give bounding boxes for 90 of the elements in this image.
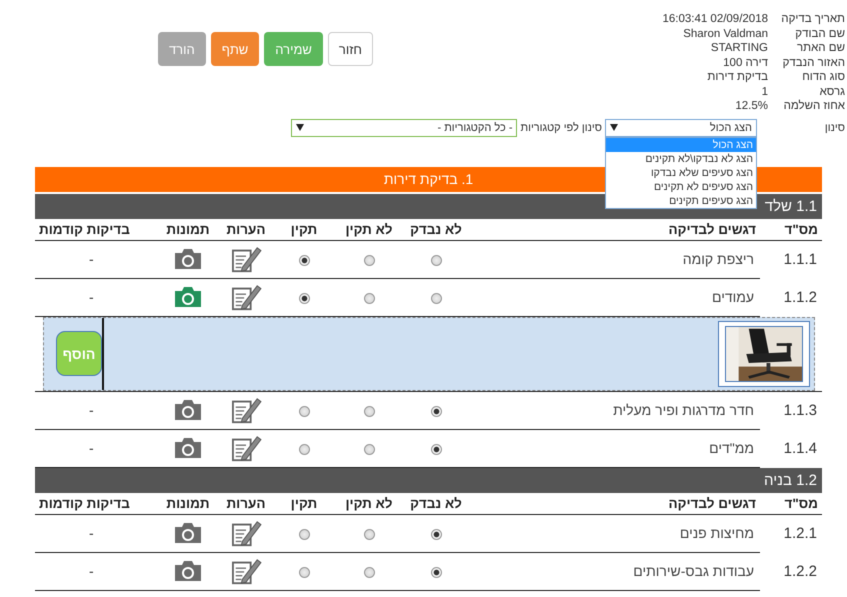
- column-header: תקין: [272, 492, 336, 514]
- notes-icon[interactable]: [230, 396, 262, 424]
- info-label: שם האתר: [796, 42, 846, 54]
- dropdown-option[interactable]: הצג סעיפים שלא נבדקו: [606, 166, 756, 180]
- notes-icon[interactable]: [230, 283, 262, 311]
- previous-checks: -: [35, 552, 156, 590]
- camera-icon[interactable]: [173, 398, 203, 422]
- filter-select[interactable]: הצג הכול: [605, 118, 757, 136]
- check-item: ממ"דים: [470, 429, 760, 467]
- previous-checks: -: [35, 240, 156, 278]
- notes-icon[interactable]: [230, 519, 262, 547]
- info-label: אחוז השלמה: [782, 100, 846, 112]
- column-header: מס"ד: [760, 218, 822, 240]
- notes-icon[interactable]: [230, 434, 262, 462]
- previous-checks: -: [35, 429, 156, 467]
- dropdown-arrow-icon: [296, 124, 304, 131]
- column-header: לא נבדק: [402, 218, 470, 240]
- previous-checks: -: [35, 391, 156, 429]
- notes-icon[interactable]: [230, 245, 262, 273]
- radio-button[interactable]: [364, 528, 374, 540]
- radio-button[interactable]: [364, 444, 374, 455]
- column-header: מס"ד: [760, 492, 822, 514]
- camera-icon[interactable]: [173, 436, 203, 460]
- info-value: 12.5%: [734, 100, 768, 112]
- dropdown-option[interactable]: הצג לא נבדקו\לא תקינים: [606, 152, 756, 166]
- radio-button[interactable]: [430, 444, 442, 455]
- info-value: STARTING: [710, 42, 768, 54]
- column-header: בדיקות קודמות: [35, 492, 156, 514]
- info-label: תאריך בדיקה: [780, 13, 846, 26]
- radio-button[interactable]: [430, 566, 442, 578]
- row-number: 1.1.3: [760, 391, 822, 429]
- check-item: ריצפת קומה: [470, 240, 760, 278]
- previous-checks: -: [35, 514, 156, 552]
- camera-icon[interactable]: [173, 559, 203, 583]
- radio-button[interactable]: [298, 444, 310, 455]
- radio-button[interactable]: [430, 254, 442, 266]
- check-item: חדר מדרגות ופיר מעלית: [470, 391, 760, 429]
- row-number: 1.2.2: [760, 552, 822, 590]
- column-header: לא תקין: [336, 492, 402, 514]
- column-header: דגשים לבדיקה: [470, 492, 760, 514]
- info-value: 16:03:41 02/09/2018: [661, 13, 768, 26]
- radio-button[interactable]: [430, 528, 442, 540]
- row-number: 1.2.1: [760, 514, 822, 552]
- radio-button[interactable]: [430, 292, 442, 304]
- radio-button[interactable]: [364, 292, 374, 304]
- radio-button[interactable]: [430, 406, 442, 417]
- radio-button[interactable]: [298, 528, 310, 540]
- photo-thumbnail[interactable]: [718, 320, 810, 386]
- radio-button[interactable]: [364, 254, 374, 266]
- camera-icon[interactable]: [173, 521, 203, 545]
- column-header: הערות: [220, 492, 272, 514]
- column-header: תמונות: [156, 492, 220, 514]
- info-label: האזור הנבדק: [782, 56, 846, 69]
- action-button[interactable]: חזור: [328, 32, 373, 66]
- category-select[interactable]: - כל הקטגוריות -: [291, 118, 518, 136]
- filter-label: סינון: [824, 122, 846, 134]
- previous-checks: -: [35, 278, 156, 316]
- column-header: תקין: [272, 218, 336, 240]
- info-value: 1: [760, 86, 768, 98]
- category-filter-label: סינון לפי קטגוריות: [520, 122, 602, 134]
- info-value: דירה 100: [722, 56, 768, 69]
- info-label: גרסא: [820, 86, 846, 98]
- column-header: לא נבדק: [402, 492, 470, 514]
- column-header: בדיקות קודמות: [35, 218, 156, 240]
- dropdown-option[interactable]: הצג סעיפים לא תקינים: [606, 180, 756, 194]
- row-number: 1.1.4: [760, 429, 822, 467]
- column-header: לא תקין: [336, 218, 402, 240]
- info-value: בדיקת דירות: [706, 71, 768, 84]
- info-value: Sharon Valdman: [682, 28, 768, 40]
- dropdown-option[interactable]: הצג סעיפים תקינים: [606, 194, 756, 208]
- row-number: 1.1.2: [760, 278, 822, 316]
- radio-button[interactable]: [298, 292, 310, 304]
- column-header: דגשים לבדיקה: [470, 218, 760, 240]
- info-label: סוג הדוח: [801, 71, 846, 84]
- check-item: עמודים: [470, 278, 760, 316]
- column-header: הערות: [220, 218, 272, 240]
- radio-button[interactable]: [298, 254, 310, 266]
- radio-button[interactable]: [298, 406, 310, 417]
- section-title-bar: 1.2 בניה: [35, 468, 822, 492]
- camera-icon[interactable]: [173, 285, 203, 309]
- radio-button[interactable]: [364, 406, 374, 417]
- notes-icon[interactable]: [230, 557, 262, 585]
- camera-icon[interactable]: [173, 247, 203, 271]
- info-label: שם הבודק: [794, 28, 846, 40]
- check-item: עבודות גבס-שירותים: [470, 552, 760, 590]
- radio-button[interactable]: [364, 566, 374, 578]
- radio-button[interactable]: [298, 566, 310, 578]
- check-item: מחיצות פנים: [470, 514, 760, 552]
- column-header: תמונות: [156, 218, 220, 240]
- row-number: 1.1.1: [760, 240, 822, 278]
